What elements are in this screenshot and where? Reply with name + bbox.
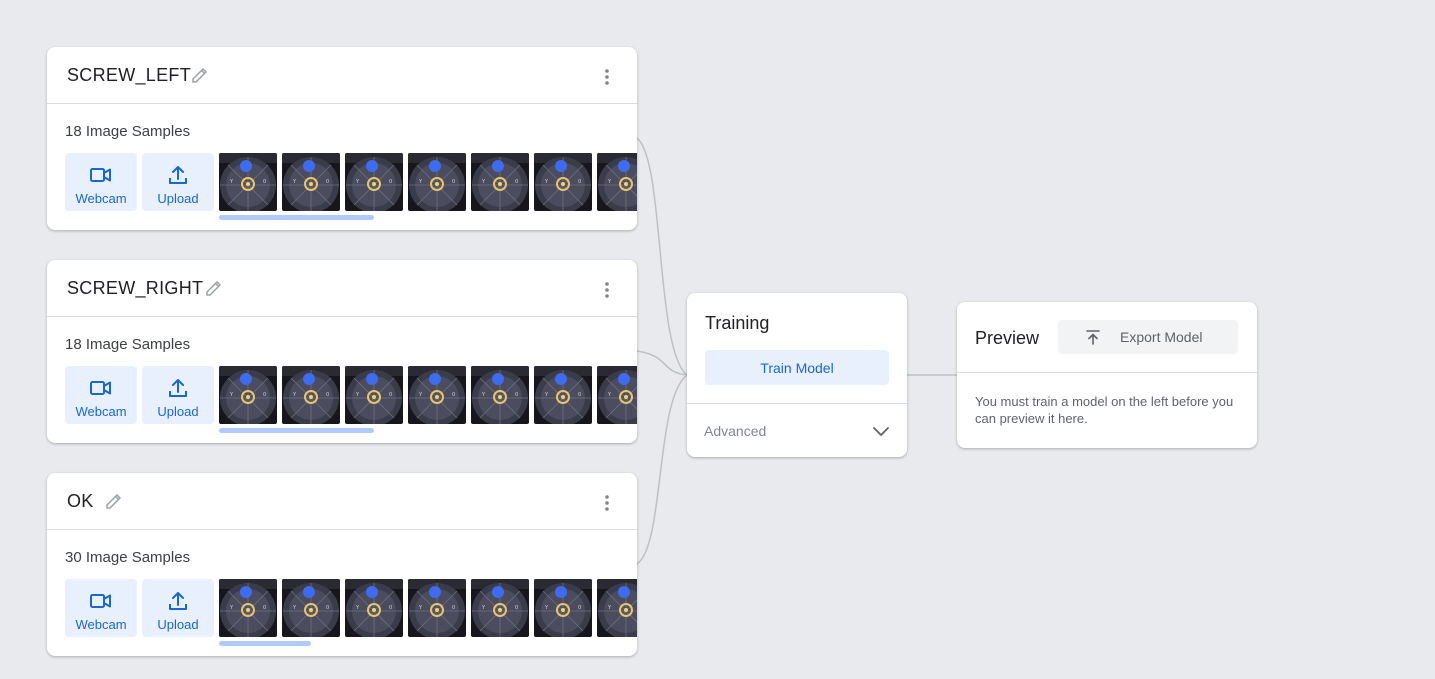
divider bbox=[687, 403, 907, 404]
preview-title: Preview bbox=[975, 328, 1040, 348]
svg-text:0: 0 bbox=[326, 179, 329, 185]
svg-text:0: 0 bbox=[515, 605, 518, 611]
edit-icon[interactable] bbox=[190, 65, 210, 85]
svg-text:0: 0 bbox=[578, 179, 581, 185]
upload-icon bbox=[169, 166, 187, 184]
sample-thumbnail[interactable]: Y 0 bbox=[597, 153, 637, 211]
thumbnail-scrollbar[interactable] bbox=[219, 428, 374, 433]
thumbnail-scrollbar[interactable] bbox=[219, 215, 374, 220]
videocam-icon bbox=[90, 594, 111, 608]
class-name[interactable]: OK bbox=[67, 491, 94, 512]
sample-thumbnail[interactable]: Y 0 bbox=[408, 366, 466, 424]
svg-text:0: 0 bbox=[389, 392, 392, 398]
samples-count: 18 Image Samples bbox=[65, 123, 191, 140]
svg-text:0: 0 bbox=[578, 392, 581, 398]
edit-icon[interactable] bbox=[204, 278, 224, 298]
class-card-screw-left: SCREW_LEFT 18 Image Samples Webcam Uploa… bbox=[47, 47, 637, 230]
advanced-toggle[interactable]: Advanced bbox=[704, 423, 766, 439]
sample-thumbnail[interactable]: Y 0 bbox=[282, 366, 340, 424]
samples-count: 18 Image Samples bbox=[65, 336, 191, 353]
svg-text:0: 0 bbox=[326, 392, 329, 398]
svg-text:0: 0 bbox=[452, 392, 455, 398]
svg-text:0: 0 bbox=[515, 179, 518, 185]
train-model-button[interactable]: Train Model bbox=[705, 350, 889, 385]
webcam-button[interactable]: Webcam bbox=[65, 579, 137, 637]
svg-text:0: 0 bbox=[263, 392, 266, 398]
webcam-button[interactable]: Webcam bbox=[65, 153, 137, 211]
class-header: SCREW_RIGHT bbox=[47, 260, 637, 317]
sample-thumbnail[interactable]: Y 0 bbox=[219, 366, 277, 424]
export-model-button[interactable]: Export Model bbox=[1058, 320, 1238, 354]
upload-button[interactable]: Upload bbox=[142, 153, 214, 211]
class-card-ok: OK 30 Image Samples Webcam Upload Y 0 Y … bbox=[47, 473, 637, 656]
thumbnail-scrollbar[interactable] bbox=[219, 641, 311, 646]
sample-thumbnail[interactable]: Y 0 bbox=[471, 153, 529, 211]
svg-text:0: 0 bbox=[515, 392, 518, 398]
videocam-icon bbox=[90, 381, 111, 395]
sample-thumbnail[interactable]: Y 0 bbox=[597, 579, 637, 637]
webcam-label: Webcam bbox=[75, 617, 127, 632]
sample-thumbnail[interactable]: Y 0 bbox=[282, 153, 340, 211]
class-card-screw-right: SCREW_RIGHT 18 Image Samples Webcam Uplo… bbox=[47, 260, 637, 443]
sample-thumbnail[interactable]: Y 0 bbox=[219, 579, 277, 637]
class-name[interactable]: SCREW_RIGHT bbox=[67, 278, 203, 299]
class-header: OK bbox=[47, 473, 637, 530]
upload-button[interactable]: Upload bbox=[142, 366, 214, 424]
export-model-label: Export Model bbox=[1120, 329, 1203, 345]
more-vert-icon[interactable] bbox=[599, 493, 615, 513]
sample-thumbnail[interactable]: Y 0 bbox=[534, 153, 592, 211]
class-header: SCREW_LEFT bbox=[47, 47, 637, 104]
upload-label: Upload bbox=[157, 191, 199, 206]
svg-text:0: 0 bbox=[326, 605, 329, 611]
sample-thumbnail[interactable]: Y 0 bbox=[408, 579, 466, 637]
sample-thumbnail[interactable]: Y 0 bbox=[597, 366, 637, 424]
more-vert-icon[interactable] bbox=[599, 67, 615, 87]
sample-thumbnail[interactable]: Y 0 bbox=[471, 579, 529, 637]
webcam-button[interactable]: Webcam bbox=[65, 366, 137, 424]
svg-text:0: 0 bbox=[578, 605, 581, 611]
sample-thumbnail[interactable]: Y 0 bbox=[408, 153, 466, 211]
webcam-label: Webcam bbox=[75, 404, 127, 419]
sample-thumbnail[interactable]: Y 0 bbox=[534, 366, 592, 424]
upload-label: Upload bbox=[157, 404, 199, 419]
sample-thumbnails: Y 0 Y 0 Y 0 Y 0 Y 0 Y 0 Y bbox=[219, 366, 637, 424]
sample-thumbnail[interactable]: Y 0 bbox=[345, 153, 403, 211]
chevron-down-icon[interactable] bbox=[871, 421, 891, 441]
svg-text:0: 0 bbox=[263, 605, 266, 611]
svg-text:0: 0 bbox=[389, 179, 392, 185]
more-vert-icon[interactable] bbox=[599, 280, 615, 300]
svg-text:0: 0 bbox=[263, 179, 266, 185]
svg-text:0: 0 bbox=[389, 605, 392, 611]
class-name[interactable]: SCREW_LEFT bbox=[67, 65, 191, 86]
training-card: Training Train Model Advanced bbox=[687, 293, 907, 457]
upload-icon bbox=[169, 379, 187, 397]
preview-card: Preview Export Model You must train a mo… bbox=[957, 302, 1257, 448]
export-icon bbox=[1086, 330, 1100, 345]
preview-message: You must train a model on the left befor… bbox=[975, 394, 1234, 426]
edit-icon[interactable] bbox=[104, 491, 124, 511]
sample-thumbnails: Y 0 Y 0 Y 0 Y 0 Y 0 Y 0 Y bbox=[219, 579, 637, 637]
sample-thumbnail[interactable]: Y 0 bbox=[282, 579, 340, 637]
upload-button[interactable]: Upload bbox=[142, 579, 214, 637]
sample-thumbnails: Y 0 Y 0 Y 0 Y 0 Y 0 Y 0 Y bbox=[219, 153, 637, 211]
sample-thumbnail[interactable]: Y 0 bbox=[219, 153, 277, 211]
svg-text:0: 0 bbox=[452, 605, 455, 611]
divider bbox=[957, 372, 1257, 373]
samples-count: 30 Image Samples bbox=[65, 549, 191, 566]
upload-icon bbox=[169, 592, 187, 610]
videocam-icon bbox=[90, 168, 111, 182]
sample-thumbnail[interactable]: Y 0 bbox=[345, 579, 403, 637]
sample-thumbnail[interactable]: Y 0 bbox=[345, 366, 403, 424]
upload-label: Upload bbox=[157, 617, 199, 632]
training-title: Training bbox=[705, 313, 770, 333]
sample-thumbnail[interactable]: Y 0 bbox=[534, 579, 592, 637]
webcam-label: Webcam bbox=[75, 191, 127, 206]
svg-text:0: 0 bbox=[452, 179, 455, 185]
sample-thumbnail[interactable]: Y 0 bbox=[471, 366, 529, 424]
